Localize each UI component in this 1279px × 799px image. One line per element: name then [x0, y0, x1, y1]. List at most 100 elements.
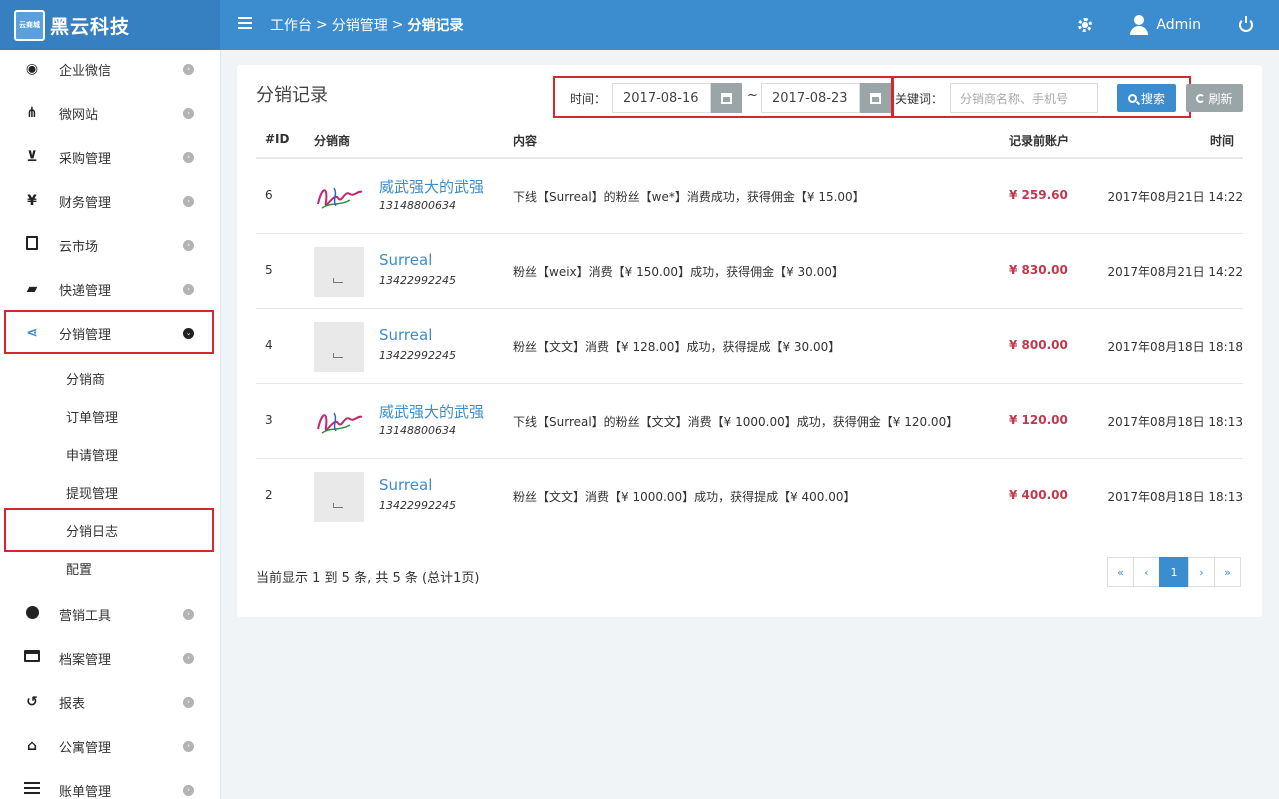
globe-icon [24, 605, 40, 623]
chevron-right-icon: › [183, 740, 194, 752]
sitemap-icon: ⋔ [26, 105, 38, 121]
distributor-name-link[interactable]: Surreal [379, 251, 432, 269]
page-prev-button[interactable]: ‹ [1133, 557, 1160, 587]
sidebar-item-cloud-market[interactable]: 云市场 › [0, 223, 220, 267]
share-icon: ⋖ [26, 325, 38, 341]
sidebar-item-distribution[interactable]: ⋖ 分销管理 ⌄ [0, 311, 220, 355]
sidebar-item-label: 档案管理 [59, 652, 112, 668]
chevron-right-icon: › [183, 151, 194, 163]
page-next-button[interactable]: › [1188, 557, 1215, 587]
menu-toggle-icon[interactable] [238, 17, 252, 31]
prior-balance: ¥ 400.00 [1009, 488, 1068, 502]
sub-item-label: 申请管理 [66, 448, 119, 464]
power-icon[interactable] [1239, 16, 1253, 32]
sub-item-label: 订单管理 [66, 410, 119, 426]
page-current-button[interactable]: 1 [1159, 557, 1189, 587]
top-navbar: 云商城 黑云科技 工作台 > 分销管理 > 分销记录 Admin [0, 0, 1279, 50]
record-content: 下线【Surreal】的粉丝【文文】消费【¥ 1000.00】成功，获得佣金【¥… [513, 415, 959, 429]
brand-name: 黑云科技 [50, 15, 131, 38]
sub-item-label: 提现管理 [66, 486, 119, 502]
truck-icon: ▰ [26, 281, 38, 297]
pagination-summary: 当前显示 1 到 5 条, 共 5 条 (总计1页) [256, 571, 480, 586]
date-from-input[interactable]: 2017-08-16 [612, 83, 711, 113]
sub-item-orders[interactable]: 订单管理 [0, 397, 220, 435]
sidebar-item-label: 分销管理 [59, 327, 112, 343]
calendar-icon[interactable] [711, 83, 742, 113]
record-content: 下线【Surreal】的粉丝【we*】消费成功，获得佣金【¥ 15.00】 [513, 190, 865, 204]
column-header-content: 内容 [513, 134, 538, 148]
chevron-right-icon: › [183, 283, 194, 295]
sub-item-label: 分销日志 [66, 524, 119, 540]
avatar [314, 322, 364, 372]
distributor-name-link[interactable]: 威武强大的武强 [379, 176, 484, 197]
user-name[interactable]: Admin [1156, 17, 1201, 33]
sidebar-item-label: 营销工具 [59, 608, 112, 624]
refresh-button-label: 刷新 [1208, 91, 1233, 106]
sidebar-item-microsite[interactable]: ⋔ 微网站 › [0, 91, 220, 135]
breadcrumb-item-distribution[interactable]: 分销管理 [332, 15, 388, 35]
sidebar-item-label: 财务管理 [59, 195, 112, 211]
distributor-name-link[interactable]: Surreal [379, 476, 432, 494]
sidebar-item-finance[interactable]: ¥ 财务管理 › [0, 179, 220, 223]
avatar [314, 172, 364, 222]
brand[interactable]: 云商城 黑云科技 [0, 0, 220, 50]
record-content: 粉丝【weix】消费【¥ 150.00】成功，获得佣金【¥ 30.00】 [513, 265, 844, 279]
page-last-button[interactable]: » [1214, 557, 1241, 587]
page-title: 分销记录 [256, 85, 328, 106]
column-header-balance: 记录前账户 [1009, 134, 1070, 148]
cart-icon: ⊻ [26, 149, 38, 165]
sidebar-item-reports[interactable]: ↺ 报表 › [0, 680, 220, 724]
date-range-separator: ~ [747, 88, 758, 103]
sidebar-item-bills[interactable]: 账单管理 › [0, 768, 220, 799]
credit-card-icon [24, 650, 40, 666]
pagination: « ‹ 1 › » [1107, 557, 1241, 587]
page-first-button[interactable]: « [1107, 557, 1134, 587]
sub-item-applications[interactable]: 申请管理 [0, 435, 220, 473]
list-icon [24, 782, 40, 798]
sidebar-item-marketing[interactable]: 营销工具 › [0, 592, 220, 636]
prior-balance: ¥ 259.60 [1009, 188, 1068, 202]
date-to-input[interactable]: 2017-08-23 [761, 83, 860, 113]
table-row: 4 Surreal 13422992245 粉丝【文文】消费【¥ 128.00】… [256, 309, 1243, 384]
sub-item-withdrawals[interactable]: 提现管理 [0, 473, 220, 511]
keyword-input[interactable]: 分销商名称、手机号 [950, 83, 1098, 113]
column-header-distributor: 分销商 [314, 134, 351, 148]
prior-balance: ¥ 800.00 [1009, 338, 1068, 352]
record-time: 2017年08月18日 18:13 [1107, 490, 1243, 504]
sidebar-item-express[interactable]: ▰ 快递管理 › [0, 267, 220, 311]
sidebar-item-label: 云市场 [59, 239, 99, 255]
search-button[interactable]: 搜索 [1117, 84, 1176, 112]
record-time: 2017年08月21日 14:22 [1107, 190, 1243, 204]
sub-item-distributors[interactable]: 分销商 [0, 359, 220, 397]
keyword-label: 关键词： [895, 92, 944, 106]
sidebar-item-label: 采购管理 [59, 151, 112, 167]
sidebar: ◉ 企业微信 › ⋔ 微网站 › ⊻ 采购管理 › ¥ 财务管理 › 云市场 ›… [0, 50, 221, 799]
breadcrumb-item-home[interactable]: 工作台 [270, 15, 312, 35]
sidebar-item-apartments[interactable]: ⌂ 公寓管理 › [0, 724, 220, 768]
record-time: 2017年08月18日 18:18 [1107, 340, 1243, 354]
gear-icon[interactable] [1078, 18, 1093, 32]
distributor-phone: 13422992245 [379, 349, 456, 362]
chevron-right-icon: › [183, 652, 194, 664]
distributor-name-link[interactable]: Surreal [379, 326, 432, 344]
sidebar-item-label: 公寓管理 [59, 740, 112, 756]
table-row: 2 Surreal 13422992245 粉丝【文文】消费【¥ 1000.00… [256, 459, 1243, 534]
distributor-phone: 13148800634 [379, 424, 456, 437]
user-icon[interactable] [1130, 15, 1149, 35]
building-icon [24, 236, 40, 254]
table-row: 6 威武强大的武强 13148800634 下线【Surreal】的粉丝【we*… [256, 159, 1243, 234]
avatar [314, 397, 364, 447]
distributor-name-link[interactable]: 威武强大的武强 [379, 401, 484, 422]
sub-item-settings[interactable]: 配置 [0, 549, 220, 587]
distribution-log-panel: 分销记录 时间： 2017-08-16 ~ 2017-08-23 关键词： 分销… [237, 65, 1262, 617]
refresh-button[interactable]: 刷新 [1186, 84, 1243, 112]
sub-item-distribution-log[interactable]: 分销日志 [0, 511, 220, 549]
calendar-icon[interactable] [860, 83, 891, 113]
sidebar-item-wechat[interactable]: ◉ 企业微信 › [0, 47, 220, 91]
sidebar-item-purchase[interactable]: ⊻ 采购管理 › [0, 135, 220, 179]
chevron-right-icon: › [183, 107, 194, 119]
sub-item-label: 分销商 [66, 372, 106, 388]
sidebar-item-archives[interactable]: 档案管理 › [0, 636, 220, 680]
sidebar-item-label: 账单管理 [59, 784, 112, 799]
chevron-right-icon: › [183, 195, 194, 207]
